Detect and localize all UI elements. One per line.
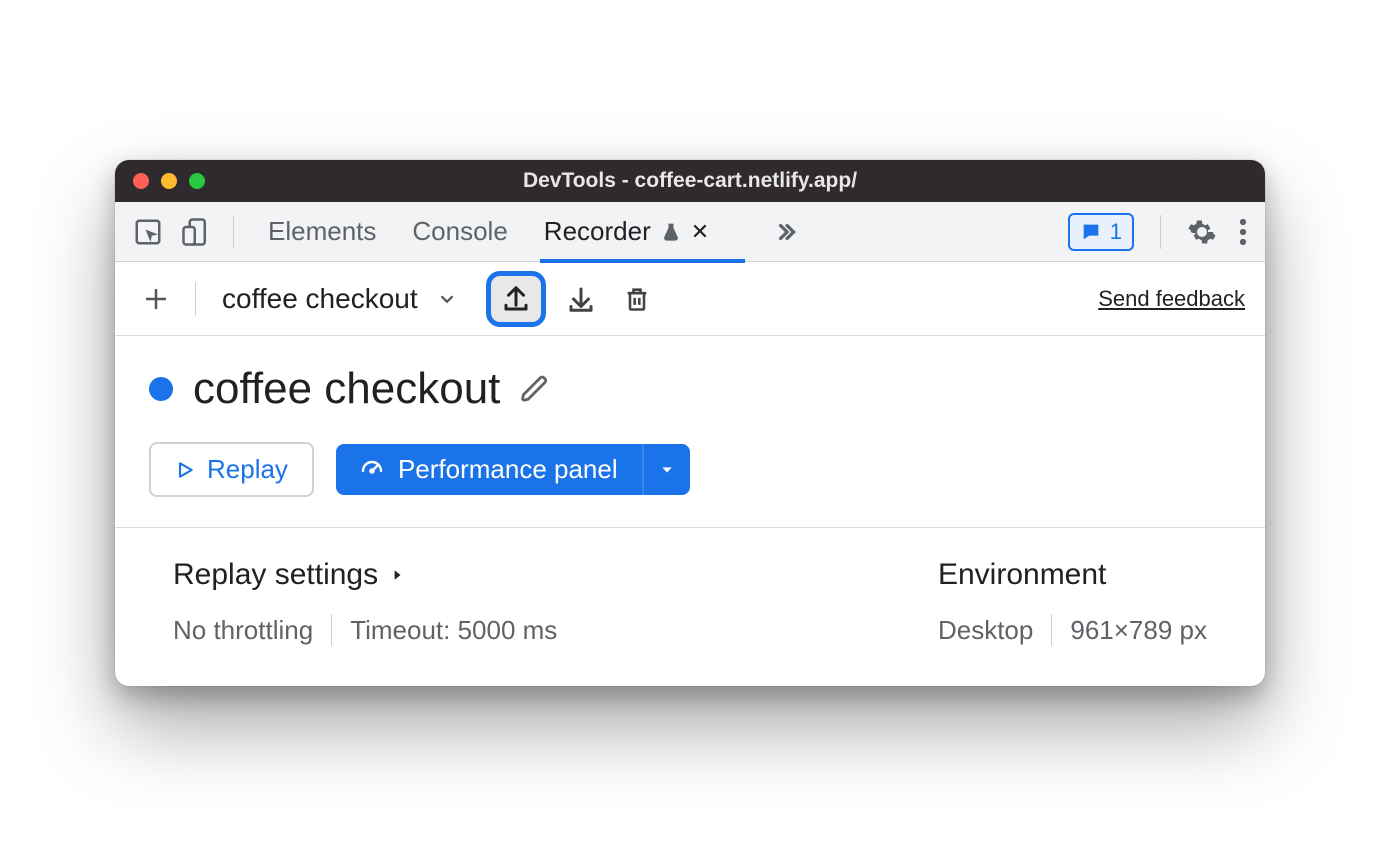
import-recording-button[interactable] bbox=[560, 278, 602, 320]
recording-panel: coffee checkout Replay bbox=[115, 336, 1265, 527]
export-icon bbox=[501, 284, 531, 314]
new-recording-button[interactable] bbox=[135, 278, 177, 320]
play-icon bbox=[175, 460, 195, 480]
recording-actions: Replay Performance panel bbox=[149, 442, 1231, 497]
tab-elements[interactable]: Elements bbox=[268, 202, 376, 262]
devtools-tabs-row: Elements Console Recorder ✕ bbox=[115, 202, 1265, 262]
tab-console[interactable]: Console bbox=[412, 202, 507, 262]
performance-dropdown-button[interactable] bbox=[642, 444, 690, 495]
export-recording-button[interactable] bbox=[486, 271, 546, 327]
delete-recording-button[interactable] bbox=[616, 278, 658, 320]
recording-status-dot bbox=[149, 377, 173, 401]
replay-button[interactable]: Replay bbox=[149, 442, 314, 497]
caret-right-icon bbox=[390, 566, 404, 584]
separator bbox=[233, 215, 234, 249]
replay-settings-section: Replay settings No throttling Timeout: 5… bbox=[173, 558, 557, 646]
tab-label: Console bbox=[412, 216, 507, 247]
performance-button-group: Performance panel bbox=[336, 444, 690, 495]
kebab-menu-icon[interactable] bbox=[1239, 217, 1247, 247]
recording-title: coffee checkout bbox=[193, 364, 500, 414]
trash-icon bbox=[623, 284, 651, 314]
separator bbox=[1160, 215, 1161, 249]
throttling-value: No throttling bbox=[173, 615, 313, 646]
separator bbox=[195, 282, 196, 316]
window-title: DevTools - coffee-cart.netlify.app/ bbox=[115, 169, 1265, 193]
close-window-button[interactable] bbox=[133, 173, 149, 189]
chat-icon bbox=[1080, 221, 1102, 243]
zoom-window-button[interactable] bbox=[189, 173, 205, 189]
close-tab-icon[interactable]: ✕ bbox=[691, 219, 709, 245]
tab-label: Recorder bbox=[544, 216, 651, 247]
titlebar: DevTools - coffee-cart.netlify.app/ bbox=[115, 160, 1265, 202]
settings-gear-icon[interactable] bbox=[1187, 217, 1217, 247]
viewport-value: 961×789 px bbox=[1070, 615, 1207, 646]
separator bbox=[331, 614, 332, 646]
experiment-icon bbox=[661, 221, 681, 243]
recorder-toolbar: coffee checkout bbox=[115, 262, 1265, 336]
recording-title-row: coffee checkout bbox=[149, 364, 1231, 414]
tab-recorder[interactable]: Recorder ✕ bbox=[544, 202, 709, 262]
traffic-lights bbox=[133, 173, 205, 189]
issues-count: 1 bbox=[1110, 219, 1122, 245]
timeout-value: Timeout: 5000 ms bbox=[350, 615, 557, 646]
performance-panel-button[interactable]: Performance panel bbox=[336, 444, 642, 495]
device-toolbar-icon[interactable] bbox=[181, 217, 211, 247]
recording-settings: Replay settings No throttling Timeout: 5… bbox=[115, 527, 1265, 686]
minimize-window-button[interactable] bbox=[161, 173, 177, 189]
more-tabs-icon[interactable] bbox=[773, 219, 799, 245]
import-icon bbox=[566, 284, 596, 314]
recording-selector-label: coffee checkout bbox=[222, 283, 418, 315]
device-value: Desktop bbox=[938, 615, 1033, 646]
rename-recording-button[interactable] bbox=[520, 374, 550, 404]
devtools-tabs: Elements Console Recorder ✕ bbox=[268, 202, 799, 262]
chevron-down-icon bbox=[436, 288, 458, 310]
heading-label: Environment bbox=[938, 558, 1106, 592]
environment-section: Environment Desktop 961×789 px bbox=[938, 558, 1207, 646]
devtools-window: DevTools - coffee-cart.netlify.app/ bbox=[115, 160, 1265, 686]
heading-label: Replay settings bbox=[173, 558, 378, 592]
replay-settings-heading[interactable]: Replay settings bbox=[173, 558, 557, 592]
send-feedback-link[interactable]: Send feedback bbox=[1098, 286, 1245, 312]
inspect-element-icon[interactable] bbox=[133, 217, 163, 247]
performance-label: Performance panel bbox=[398, 454, 618, 485]
replay-label: Replay bbox=[207, 454, 288, 485]
issues-badge[interactable]: 1 bbox=[1068, 213, 1134, 251]
recording-selector[interactable]: coffee checkout bbox=[214, 283, 466, 315]
gauge-icon bbox=[360, 458, 384, 482]
tab-label: Elements bbox=[268, 216, 376, 247]
separator bbox=[1051, 614, 1052, 646]
environment-heading: Environment bbox=[938, 558, 1207, 592]
caret-down-icon bbox=[659, 462, 675, 478]
